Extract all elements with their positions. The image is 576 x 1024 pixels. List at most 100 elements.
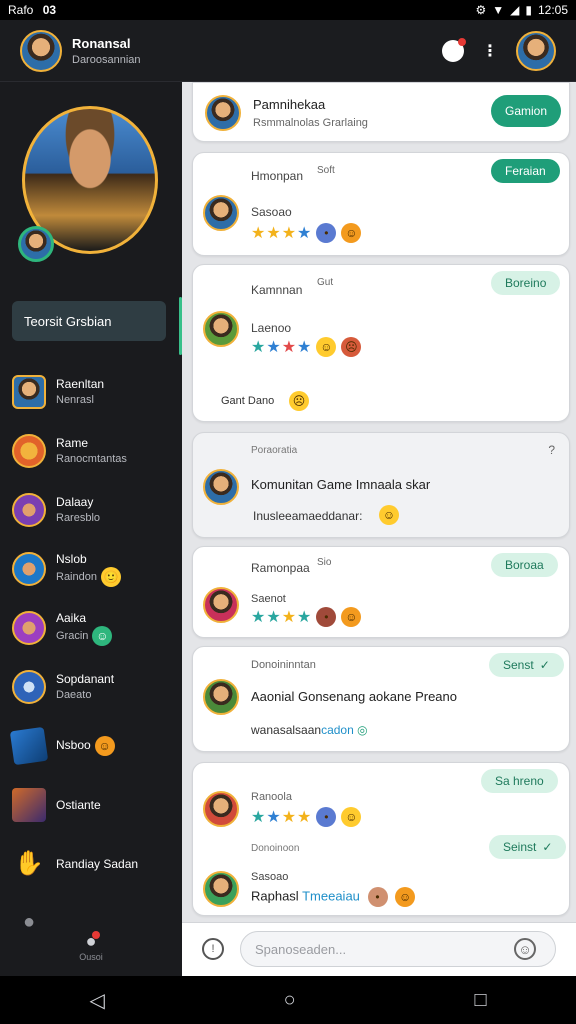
signal-icon: ◢: [510, 3, 520, 17]
nav-label-title: Ostiante: [56, 797, 101, 812]
profile-name: Teorsit Grsbian: [24, 313, 112, 329]
sidebar-item-0[interactable]: Raenltan Nenrasl: [12, 362, 178, 421]
game-button[interactable]: Gamion: [491, 95, 562, 127]
rating-stars: ★ ★ ★ ★ ☺ ☹: [251, 337, 362, 357]
card-sub: wanasalsaancadon ◎: [251, 723, 368, 737]
account-avatar[interactable]: [516, 30, 556, 71]
app-title: Ronansal: [72, 35, 131, 51]
status-indicator: 03: [42, 3, 57, 17]
star-icon: ★: [251, 609, 266, 626]
status-bar: Rafo 03 ⚙ ▼ ◢ ▮ 12:05: [0, 0, 576, 20]
star-icon: ★: [266, 225, 281, 242]
feed-card[interactable]: Sa hreno Ranoola ★ ★ ★ ★ • ☺ Seinst ✓ Donoi…: [192, 762, 570, 916]
card-name: Poraoratia: [251, 445, 298, 456]
card-footer: Gant Dano: [221, 395, 275, 407]
message-input[interactable]: [240, 931, 556, 967]
star-icon: ★: [297, 225, 312, 242]
profile-mini-avatar[interactable]: [18, 226, 54, 262]
card-badge[interactable]: Feraian: [491, 159, 560, 183]
notification-bell-icon[interactable]: [442, 37, 466, 62]
recents-icon[interactable]: □: [474, 989, 486, 1012]
card-avatar: [203, 587, 239, 623]
rating-stars: ★ ★ ★ ★ • ☺: [251, 607, 362, 627]
nav-label-title: Rame: [56, 435, 89, 450]
sidebar-item-4[interactable]: Aaika Gracin ☺: [12, 598, 178, 657]
card-text: Raphasl Tmeeaiau • ☺: [251, 887, 416, 907]
home-icon[interactable]: ○: [284, 989, 296, 1012]
card-name: Hmonpan: [251, 169, 304, 183]
avatar-emoji-icon: •: [316, 223, 337, 243]
card-badge[interactable]: Senst ✓: [489, 653, 564, 677]
feed-card[interactable]: Kamnnan Gut Boreino Laenoo ★ ★ ★ ★ ☺ ☹ Gant…: [192, 264, 570, 422]
more-vert-icon[interactable]: ⋮: [482, 41, 498, 61]
attach-icon[interactable]: !: [202, 938, 224, 960]
info-icon: ◎: [357, 723, 368, 737]
back-icon[interactable]: ◁: [89, 988, 104, 1013]
card-text: Sasoao: [251, 205, 292, 219]
card-link[interactable]: cadon: [321, 723, 354, 737]
nav-label-sub: Nenrasl: [56, 393, 94, 406]
card-avatar: [203, 871, 239, 907]
nav-avatar: [12, 433, 46, 468]
nav-avatar: [12, 551, 46, 586]
star-icon: ★: [297, 809, 312, 826]
card-badge[interactable]: Sa hreno: [481, 769, 558, 793]
card-time: Gut: [317, 277, 334, 288]
card-text: Komunitan Game Imnaala skar: [251, 477, 431, 492]
sidebar-item-1[interactable]: Rame Ranocmtantas: [12, 421, 178, 480]
nav-label: Ostiante: [56, 797, 101, 813]
footer-bell-icon[interactable]: ●: [86, 931, 101, 952]
card-text-main: Raphasl: [251, 888, 299, 904]
sidebar-item-8[interactable]: ✋ Randiay Sadan: [12, 834, 178, 893]
smile-emoji-icon: ☺: [316, 337, 337, 357]
nav-label: Sopdanant Daeato: [56, 671, 114, 703]
nav-label-title: Aaika: [56, 610, 87, 625]
sidebar-item-6[interactable]: Nsboo ☺: [9, 716, 178, 775]
app-bar-actions: ⋮: [442, 30, 556, 71]
card-name: Kamnnan: [251, 283, 303, 297]
card-avatar: [203, 311, 239, 347]
wifi-icon: ▼: [492, 3, 505, 17]
user-avatar[interactable]: [20, 29, 62, 72]
help-icon[interactable]: ?: [548, 443, 555, 457]
card-text: Laenoo: [251, 321, 292, 335]
feed-card[interactable]: Ramonpaa Sio Boroaa Saenot ★ ★ ★ ★ • ☺: [192, 546, 570, 638]
smile-emoji-icon: 🙂: [100, 566, 121, 587]
star-icon: ★: [281, 339, 297, 356]
feed-card-header[interactable]: Pamnihekaa Rsmmalnolas Grarlaing Gamion: [192, 82, 570, 142]
card-badge-label: Boroaa: [505, 558, 544, 572]
card-name: Ramonpaa: [251, 561, 310, 575]
sidebar-item-2[interactable]: Dalaay Raresblo: [12, 480, 178, 539]
sidebar-item-3[interactable]: Nslob Raindon 🙂: [12, 539, 178, 598]
nav-label: Raenltan Nenrasl: [56, 376, 104, 408]
card-badge-label: Feraian: [505, 164, 546, 178]
avatar-emoji-icon: •: [316, 607, 337, 627]
feed-card-highlight[interactable]: Poraoratia ? Komunitan Game Imnaala skar…: [192, 432, 570, 538]
nav-label-title: Nsboo: [56, 737, 91, 752]
nav-label-title: Randiay Sadan: [56, 856, 139, 871]
sidebar-footer: ● Ousoi: [0, 931, 182, 962]
feed-card[interactable]: Hmonpan Soft Feraian Sasoao ★ ★ ★ ★ • ☺: [192, 152, 570, 256]
profile-hero: [18, 106, 158, 262]
card-badge[interactable]: Seinst ✓: [489, 835, 567, 859]
sidebar-item-7[interactable]: Ostiante: [12, 775, 178, 834]
battery-icon: ▮: [525, 3, 532, 17]
star-icon: ★: [281, 225, 297, 242]
sidebar-item-5[interactable]: Sopdanant Daeato: [12, 657, 178, 716]
nav-avatar: [12, 669, 46, 704]
card-badge[interactable]: Boroaa: [491, 553, 558, 577]
nav-label: Dalaay Raresblo: [56, 494, 100, 526]
card-sub: Donoinoon: [251, 843, 300, 854]
feed-card[interactable]: Donoininntan Senst ✓ Aaonial Gonsenang a…: [192, 646, 570, 752]
profile-name-chip[interactable]: Teorsit Grsbian: [12, 301, 166, 341]
nav-label-sub: Raresblo: [56, 511, 101, 524]
emoji-picker-icon[interactable]: ☺: [514, 938, 536, 960]
nav-label-sub: Raindon 🙂: [56, 566, 121, 587]
card-link[interactable]: Tmeeaiau: [302, 888, 360, 903]
worried-emoji-icon: ☹: [289, 391, 309, 411]
nav-thumbnail: [9, 726, 49, 765]
card-badge[interactable]: Boreino: [491, 271, 561, 295]
star-icon: ★: [297, 609, 312, 626]
star-icon: ★: [297, 339, 312, 356]
status-right: ⚙ ▼ ◢ ▮ 12:05: [475, 3, 568, 17]
